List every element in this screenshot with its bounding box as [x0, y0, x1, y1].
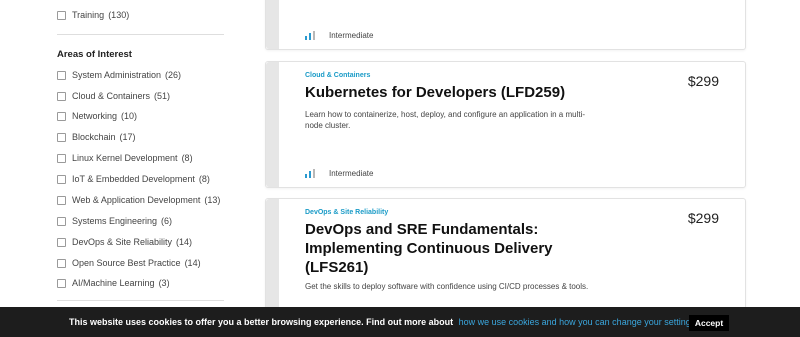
filter-count: (8)	[181, 153, 193, 163]
course-price: $299	[687, 210, 719, 226]
filter-label: Blockchain	[72, 132, 116, 142]
filter-label: Cloud & Containers	[72, 91, 151, 101]
filter-option-system-administration[interactable]: System Administration (26)	[57, 67, 181, 83]
filter-label: AI/Machine Learning	[72, 278, 155, 288]
checkbox[interactable]	[57, 70, 66, 80]
cookie-banner: This website uses cookies to offer you a…	[0, 307, 800, 337]
filter-label: Systems Engineering	[72, 216, 158, 226]
course-card[interactable]: Intermediate	[265, 0, 746, 50]
course-level: Intermediate	[305, 167, 373, 179]
card-image-placeholder	[266, 62, 279, 187]
checkbox[interactable]	[57, 111, 66, 121]
course-description: Learn how to containerize, host, deploy,…	[305, 110, 586, 130]
checkbox[interactable]	[57, 132, 66, 142]
filter-count: (6)	[161, 216, 173, 226]
filter-label: Open Source Best Practice	[72, 258, 181, 268]
filter-option-open-source-best-practice[interactable]: Open Source Best Practice (14)	[57, 255, 201, 271]
checkbox[interactable]	[57, 10, 66, 20]
checkbox[interactable]	[57, 174, 66, 184]
filter-option-devops-site-reliability[interactable]: DevOps & Site Reliability (14)	[57, 234, 192, 250]
course-level: Intermediate	[305, 29, 373, 41]
filter-label: System Administration	[72, 70, 162, 80]
checkbox[interactable]	[57, 278, 66, 288]
filter-option-ai-machine-learning[interactable]: AI/Machine Learning (3)	[57, 275, 170, 291]
course-category[interactable]: DevOps & Site Reliability	[305, 209, 388, 216]
filter-option-web-application-development[interactable]: Web & Application Development (13)	[57, 192, 220, 208]
accept-cookies-button[interactable]: Accept	[689, 315, 729, 331]
filter-option-systems-engineering[interactable]: Systems Engineering (6)	[57, 213, 172, 229]
checkbox[interactable]	[57, 216, 66, 226]
filter-count: (26)	[165, 70, 182, 80]
filter-option-linux-kernel-development[interactable]: Linux Kernel Development (8)	[57, 150, 193, 166]
filter-count: (13)	[204, 195, 221, 205]
card-image-placeholder	[266, 199, 279, 317]
card-image-placeholder	[266, 0, 279, 49]
filter-label: Networking	[72, 111, 118, 121]
filter-option-iot-embedded-development[interactable]: IoT & Embedded Development (8)	[57, 171, 210, 187]
filter-count: (130)	[108, 10, 130, 20]
divider	[57, 300, 224, 301]
checkbox[interactable]	[57, 258, 66, 268]
filter-option-cloud-containers[interactable]: Cloud & Containers (51)	[57, 88, 170, 104]
level-label: Intermediate	[329, 168, 374, 178]
course-price: $299	[687, 73, 719, 89]
checkbox[interactable]	[57, 195, 66, 205]
checkbox[interactable]	[57, 153, 66, 163]
filter-count: (51)	[154, 91, 171, 101]
filter-count: (17)	[119, 132, 136, 142]
course-category[interactable]: Cloud & Containers	[305, 72, 370, 79]
checkbox[interactable]	[57, 237, 66, 247]
filter-label: DevOps & Site Reliability	[72, 237, 173, 247]
filter-label: IoT & Embedded Development	[72, 174, 195, 184]
filter-count: (14)	[176, 237, 193, 247]
filter-label: Training	[72, 10, 105, 20]
course-card[interactable]: DevOps & Site Reliability DevOps and SRE…	[265, 198, 746, 318]
checkbox[interactable]	[57, 91, 66, 101]
level-label: Intermediate	[329, 30, 374, 40]
cookie-message: This website uses cookies to offer you a…	[69, 317, 698, 327]
course-title[interactable]: DevOps and SRE Fundamentals: Implementin…	[305, 220, 595, 277]
filter-option-blockchain[interactable]: Blockchain (17)	[57, 129, 136, 145]
section-title-areas-of-interest: Areas of Interest	[57, 49, 132, 60]
course-description: Get the skills to deploy software with c…	[305, 282, 589, 291]
level-bars-icon	[305, 30, 317, 40]
course-card[interactable]: Cloud & Containers Kubernetes for Develo…	[265, 61, 746, 188]
cookie-policy-link[interactable]: how we use cookies and how you can chang…	[459, 317, 698, 327]
course-title[interactable]: Kubernetes for Developers (LFD259)	[305, 83, 625, 102]
level-bars-icon	[305, 168, 317, 178]
filter-count: (8)	[198, 174, 210, 184]
filter-count: (14)	[184, 258, 201, 268]
filter-option-training[interactable]: Training (130)	[57, 7, 129, 23]
filter-option-networking[interactable]: Networking (10)	[57, 108, 137, 124]
divider	[57, 34, 224, 35]
filter-label: Linux Kernel Development	[72, 153, 178, 163]
cookie-text: This website uses cookies to offer you a…	[69, 317, 454, 327]
filter-label: Web & Application Development	[72, 195, 201, 205]
filter-count: (10)	[121, 111, 138, 121]
filter-count: (3)	[158, 278, 170, 288]
